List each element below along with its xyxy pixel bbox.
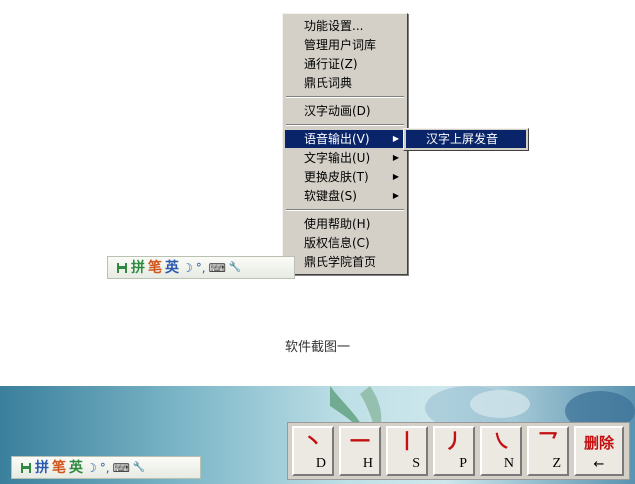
menu-item-settings[interactable]: 功能设置... xyxy=(285,17,405,35)
menu-item-user-dictionary[interactable]: 管理用户词库 xyxy=(285,36,405,54)
menu-item-hanzi-animation[interactable]: 汉字动画(D) xyxy=(285,102,405,120)
soft-keyboard-icon[interactable]: ⌨ xyxy=(113,458,130,478)
menu-item-voice-output[interactable]: 语音输出(V) ▶ xyxy=(285,130,405,148)
key-left-falling-stroke[interactable]: 丿 P xyxy=(433,426,475,476)
drag-handle-icon[interactable] xyxy=(20,462,32,474)
english-mode-button[interactable]: 英 xyxy=(165,258,179,278)
key-dot-stroke[interactable]: 丶 D xyxy=(292,426,334,476)
menu-item-help[interactable]: 使用帮助(H) xyxy=(285,215,405,233)
punctuation-toggle[interactable]: °, xyxy=(196,258,206,278)
drag-handle-icon[interactable] xyxy=(116,262,128,274)
menu-item-soft-keyboard[interactable]: 软键盘(S) ▶ xyxy=(285,187,405,205)
right-falling-stroke-icon: ㇏ xyxy=(491,429,511,453)
english-mode-button[interactable]: 英 xyxy=(69,458,83,478)
stroke-mode-button[interactable]: 笔 xyxy=(52,458,66,478)
horizontal-stroke-icon: 一 xyxy=(350,429,370,453)
menu-item-text-output[interactable]: 文字输出(U) ▶ xyxy=(285,149,405,167)
menu-item-dictionary[interactable]: 鼎氏词典 xyxy=(285,74,405,92)
voice-output-submenu: 汉字上屏发音 xyxy=(403,128,529,151)
wrench-icon[interactable]: 🔧 xyxy=(133,458,145,478)
key-vertical-stroke[interactable]: 丨 S xyxy=(386,426,428,476)
backspace-arrow-icon: ← xyxy=(593,457,605,472)
submenu-item-speak-on-commit[interactable]: 汉字上屏发音 xyxy=(406,130,526,148)
ime-status-bar-2: 拼 笔 英 ☽ °, ⌨ 🔧 xyxy=(11,456,201,479)
pinyin-mode-button[interactable]: 拼 xyxy=(35,458,49,478)
menu-item-copyright[interactable]: 版权信息(C) xyxy=(285,234,405,252)
ime-status-bar: 拼 笔 英 ☽ °, ⌨ 🔧 xyxy=(107,256,295,279)
turning-stroke-icon: 乛 xyxy=(538,429,558,453)
menu-item-passport[interactable]: 通行证(Z) xyxy=(285,55,405,73)
delete-key[interactable]: 删除 ← xyxy=(574,426,624,476)
vertical-stroke-icon: 丨 xyxy=(397,429,417,453)
stroke-mode-button[interactable]: 笔 xyxy=(148,258,162,278)
context-menu: 功能设置... 管理用户词库 通行证(Z) 鼎氏词典 汉字动画(D) 语音输出(… xyxy=(282,13,408,275)
half-width-moon-icon[interactable]: ☽ xyxy=(86,458,97,478)
key-horizontal-stroke[interactable]: 一 H xyxy=(339,426,381,476)
key-right-falling-stroke[interactable]: ㇏ N xyxy=(480,426,522,476)
half-width-moon-icon[interactable]: ☽ xyxy=(182,258,193,278)
dot-stroke-icon: 丶 xyxy=(303,429,323,453)
menu-separator xyxy=(286,124,404,126)
menu-item-homepage[interactable]: 鼎氏学院首页 xyxy=(285,253,405,271)
pinyin-mode-button[interactable]: 拼 xyxy=(131,258,145,278)
stroke-keypad: 丶 D 一 H 丨 S 丿 P ㇏ N 乛 Z 删除 ← xyxy=(287,422,630,480)
submenu-arrow-icon: ▶ xyxy=(392,172,399,181)
soft-keyboard-icon[interactable]: ⌨ xyxy=(209,258,226,278)
left-falling-stroke-icon: 丿 xyxy=(444,429,464,453)
menu-item-change-skin[interactable]: 更换皮肤(T) ▶ xyxy=(285,168,405,186)
submenu-arrow-icon: ▶ xyxy=(392,134,399,143)
wrench-icon[interactable]: 🔧 xyxy=(229,258,241,278)
punctuation-toggle[interactable]: °, xyxy=(100,458,110,478)
submenu-arrow-icon: ▶ xyxy=(392,191,399,200)
figure-caption: 软件截图一 xyxy=(284,340,350,355)
submenu-arrow-icon: ▶ xyxy=(392,153,399,162)
key-turning-stroke[interactable]: 乛 Z xyxy=(527,426,569,476)
menu-separator xyxy=(286,209,404,211)
menu-separator xyxy=(286,96,404,98)
